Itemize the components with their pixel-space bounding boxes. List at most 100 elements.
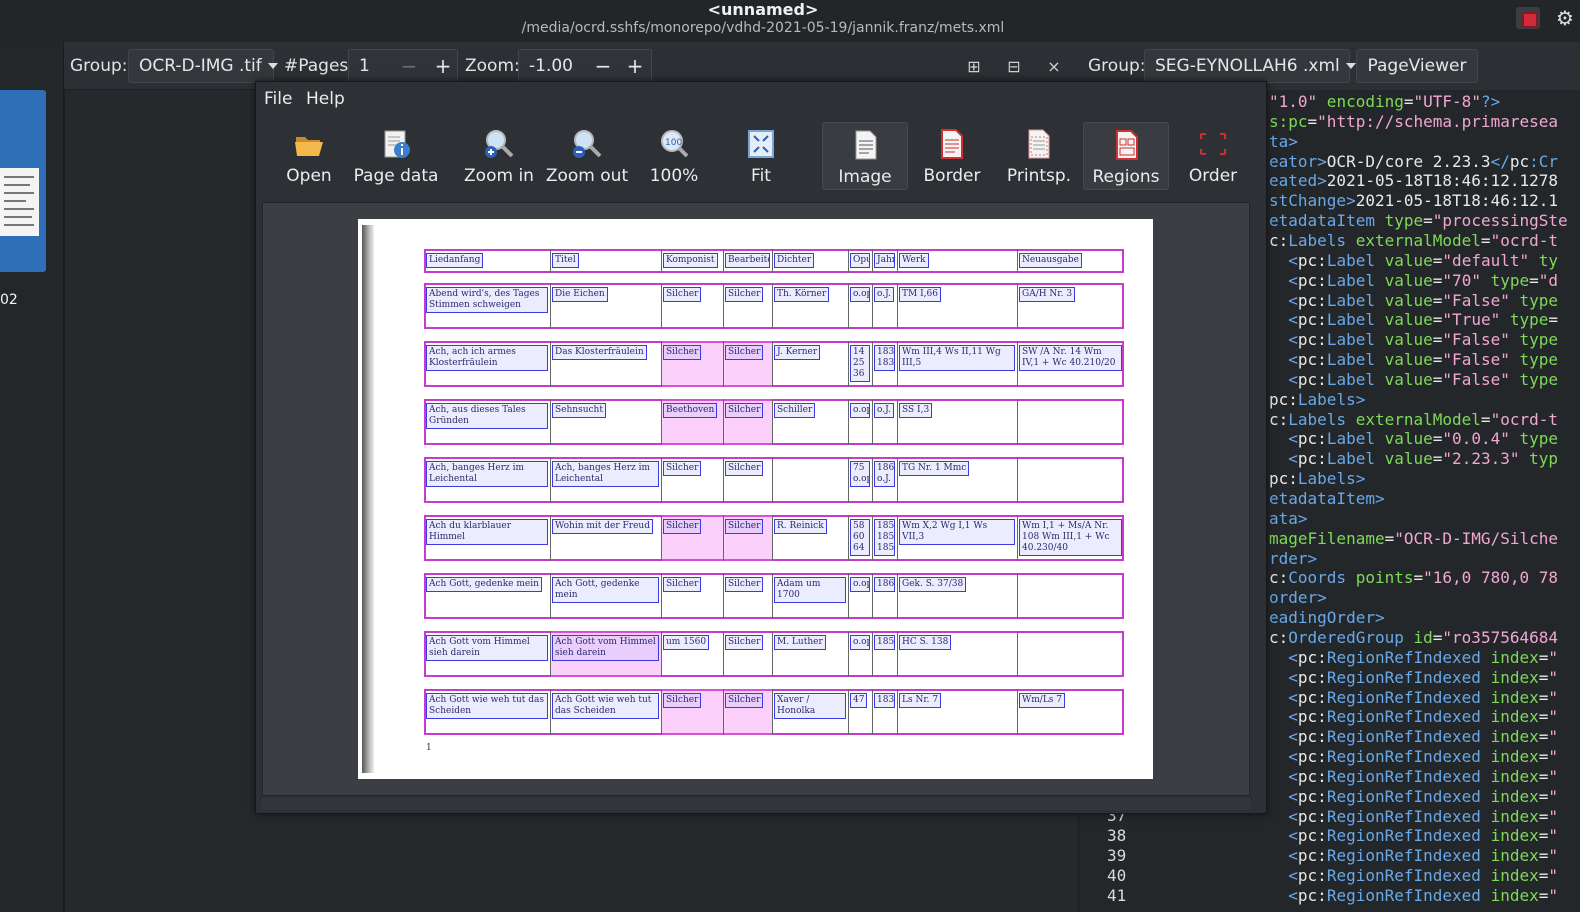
code-line: pc:Labels>: [1269, 469, 1365, 488]
code-token: <: [1269, 846, 1298, 866]
order-toggle-button[interactable]: Order: [1170, 122, 1256, 190]
zoom-decrement-button[interactable]: −: [587, 51, 619, 81]
code-token: ": [1548, 747, 1559, 767]
table-column-line: [772, 573, 773, 619]
code-line: <pc:Label value="False" type: [1269, 291, 1558, 310]
open-button[interactable]: Open: [266, 122, 352, 190]
image-label: Image: [838, 167, 892, 187]
table-column-line: [723, 515, 724, 561]
code-token: "ocrd-t: [1490, 409, 1558, 429]
pageviewer-window: File Help Open Page data Zoom in Zoom ou…: [255, 81, 1267, 814]
fit-button[interactable]: Fit: [718, 122, 804, 190]
pages-decrement-button[interactable]: −: [393, 51, 425, 81]
xml-group-select[interactable]: SEG-EYNOLLAH6 .xml: [1144, 49, 1356, 83]
code-token: RegionRefIndexed: [1326, 727, 1481, 747]
zoom-increment-button[interactable]: +: [619, 51, 651, 81]
table-cell: Ach Gott wie weh tut das Scheiden: [552, 693, 659, 719]
code-token: =: [1432, 350, 1443, 370]
zoom-spinbox[interactable]: -1.00 − +: [518, 49, 652, 83]
table-column-line: [897, 249, 898, 273]
code-token: pc:: [1297, 886, 1327, 905]
table-cell: Ach du klarblauer Himmel: [426, 519, 548, 545]
table-column-line: [723, 457, 724, 503]
code-token: =: [1423, 211, 1433, 231]
code-token: =: [1538, 846, 1549, 866]
page-thumbnail[interactable]: 02: [0, 90, 46, 308]
split-horizontal-icon[interactable]: ⊞: [963, 56, 985, 78]
printspace-toggle-button[interactable]: Printsp.: [996, 122, 1082, 190]
table-cell: Ach Gott vom Himmel sieh darein: [426, 635, 548, 661]
code-token: value: [1374, 330, 1433, 350]
horizontal-scrollbar[interactable]: [262, 798, 1250, 810]
split-vertical-icon[interactable]: ⊟: [1003, 56, 1025, 78]
code-token: c:: [1269, 568, 1289, 588]
menu-file[interactable]: File: [264, 89, 292, 109]
code-line: etadataItem type="processingSte: [1269, 211, 1568, 230]
table-column-line: [872, 689, 873, 735]
code-token: externalModel: [1346, 409, 1481, 429]
table-cell: Ach Gott, gedenke mein: [552, 577, 659, 603]
table-cell: Ach, aus dieses Tales Gründen: [426, 403, 548, 429]
table-cell: Ach, banges Herz im Leichental: [552, 461, 659, 487]
table-column-line: [723, 249, 724, 273]
table-column-line: [661, 689, 662, 735]
pages-spinbox[interactable]: 1 − +: [348, 49, 458, 83]
zoom-out-button[interactable]: Zoom out: [544, 122, 630, 190]
code-token: <: [1269, 350, 1298, 370]
code-token: ?>: [1480, 92, 1501, 111]
code-line: order>: [1269, 588, 1327, 607]
xml-source-view[interactable]: "1.0" encoding="UTF-8"?> s:pc="http://sch…: [1264, 90, 1580, 912]
border-toggle-button[interactable]: Border: [909, 122, 995, 190]
table-column-line: [661, 631, 662, 677]
code-token: <: [1269, 290, 1298, 310]
code-line: <pc:RegionRefIndexed index=": [1269, 668, 1558, 687]
pages-increment-button[interactable]: +: [427, 51, 459, 81]
zoom-100-button[interactable]: 100 100%: [631, 122, 717, 190]
line-number: 40: [1107, 866, 1127, 885]
code-token: pc:: [1269, 389, 1298, 409]
zoom-in-button[interactable]: Zoom in: [456, 122, 542, 190]
code-token: =: [1432, 270, 1443, 290]
image-group-select[interactable]: OCR-D-IMG .tif: [128, 49, 278, 83]
code-token: index: [1480, 747, 1539, 767]
table-column-line: [1017, 457, 1018, 503]
table-column-line: [772, 515, 773, 561]
table-column-line: [1017, 249, 1018, 273]
page-data-button[interactable]: Page data: [353, 122, 439, 190]
line-number: 41: [1107, 886, 1127, 905]
table-column-line: [872, 631, 873, 677]
code-token: "ocrd-t: [1490, 230, 1558, 250]
fit-icon: [748, 130, 774, 158]
gear-icon[interactable]: ⚙: [1556, 6, 1574, 30]
image-toggle-button[interactable]: Image: [822, 122, 908, 190]
code-token: index: [1480, 707, 1539, 727]
pageviewer-button[interactable]: PageViewer: [1356, 49, 1478, 83]
page-info-icon: [384, 130, 410, 158]
svg-text:100: 100: [665, 138, 682, 148]
page-image-viewport[interactable]: Liedanfang Titel Komponist Bearbeiter Dichte…: [262, 202, 1250, 796]
table-cell: Sehnsucht: [552, 403, 606, 418]
code-line: eator>OCR-D/core 2.23.3</pc:Cr: [1269, 152, 1558, 171]
regions-toggle-button[interactable]: Regions: [1083, 122, 1169, 190]
table-column-line: [723, 631, 724, 677]
table-cell: Abend wird's, des Tages Stimmen schweige…: [426, 287, 548, 313]
table-cell: Gek. S. 37/38: [899, 577, 967, 592]
table-cell: o.op.: [850, 287, 870, 302]
table-column-line: [1017, 283, 1018, 329]
window-close-button[interactable]: [1516, 7, 1540, 29]
code-token: <: [1269, 330, 1298, 350]
table-column-line: [848, 573, 849, 619]
table-column-line: [897, 515, 898, 561]
page-data-label: Page data: [353, 166, 439, 186]
close-panel-button[interactable]: ×: [1043, 56, 1065, 78]
thumbnail-label: 02: [0, 292, 18, 308]
table-cell: 1862 o.J.: [874, 461, 895, 487]
code-line: <pc:RegionRefIndexed index=": [1269, 727, 1558, 746]
table-column-line: [661, 399, 662, 445]
table-column-line: [848, 689, 849, 735]
folder-open-icon: [295, 137, 323, 156]
menu-help[interactable]: Help: [306, 89, 345, 109]
table-cell: Silcher: [663, 577, 702, 592]
line-number: 39: [1107, 846, 1127, 865]
table-column-line: [848, 631, 849, 677]
